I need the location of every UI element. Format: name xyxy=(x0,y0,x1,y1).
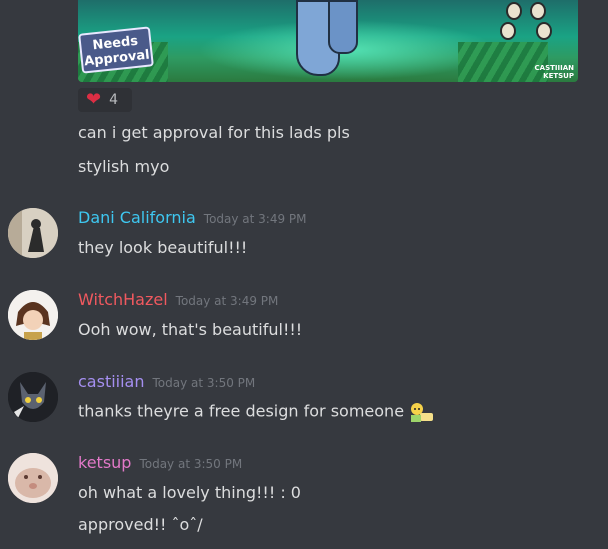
needs-approval-badge: Needs Approval xyxy=(78,26,154,74)
reaction-heart[interactable]: ❤ 4 xyxy=(78,88,132,112)
timestamp: Today at 3:50 PM xyxy=(139,457,243,471)
avatar[interactable] xyxy=(8,208,58,258)
message-text-row: thanks theyre a free design for someone xyxy=(78,401,434,423)
heart-icon: ❤ xyxy=(86,89,102,110)
author-name[interactable]: WitchHazel xyxy=(78,290,168,309)
image-face-markings xyxy=(500,0,560,70)
author-name[interactable]: Dani California xyxy=(78,208,196,227)
avatar[interactable] xyxy=(8,290,58,340)
message-header: castiiian Today at 3:50 PM xyxy=(78,372,255,391)
timestamp: Today at 3:49 PM xyxy=(175,294,279,308)
message-header: ketsup Today at 3:50 PM xyxy=(78,453,242,472)
image-credit: CASTIIIAN KETSUP xyxy=(534,64,574,80)
message-header: Dani California Today at 3:49 PM xyxy=(78,208,307,227)
avatar[interactable] xyxy=(8,372,58,422)
message-text: they look beautiful!!! xyxy=(78,238,248,257)
message-line: stylish myo xyxy=(78,157,170,176)
message-text: thanks theyre a free design for someone xyxy=(78,401,405,421)
message-header: WitchHazel Today at 3:49 PM xyxy=(78,290,278,309)
author-name[interactable]: castiiian xyxy=(78,372,145,391)
message-text: approved!! ˆoˆ/ xyxy=(78,515,203,534)
message-text: Ooh wow, that's beautiful!!! xyxy=(78,320,303,339)
reaction-count: 4 xyxy=(109,92,119,108)
isabelle-emoji-icon xyxy=(408,401,434,423)
message-line: can i get approval for this lads pls xyxy=(78,123,350,142)
author-name[interactable]: ketsup xyxy=(78,453,131,472)
timestamp: Today at 3:50 PM xyxy=(152,376,256,390)
attachment-image[interactable]: Needs Approval CASTIIIAN KETSUP xyxy=(78,0,578,82)
message-text: oh what a lovely thing!!! : 0 xyxy=(78,483,301,502)
image-creature-leg xyxy=(328,0,358,54)
avatar[interactable] xyxy=(8,453,58,503)
timestamp: Today at 3:49 PM xyxy=(203,212,307,226)
